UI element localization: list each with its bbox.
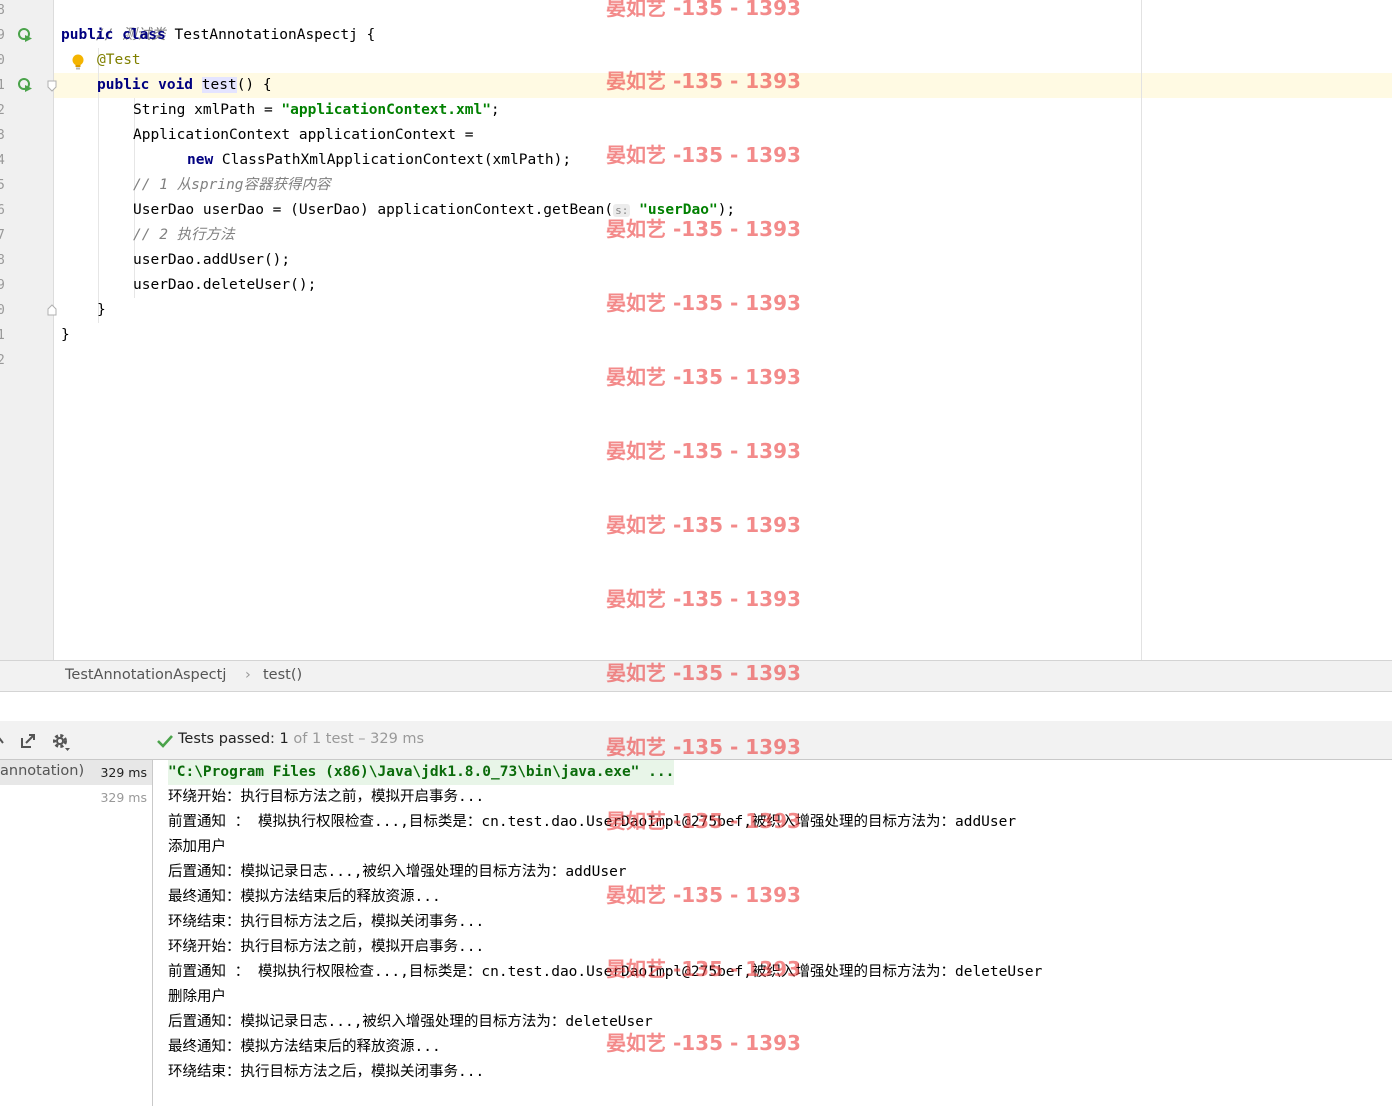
tests-status: Tests passed: 1 of 1 test – 329 ms [178, 731, 424, 747]
breadcrumb-separator: › [245, 667, 251, 683]
code-text: String xmlPath = [133, 102, 282, 118]
console-line: 环绕结束：执行目标方法之后，模拟关闭事务... [168, 1064, 485, 1080]
line-number: 4 [0, 153, 5, 168]
method-name[interactable]: test [201, 77, 237, 93]
run-test-method-icon[interactable] [17, 77, 33, 93]
code-line: } [61, 327, 70, 343]
editor-gutter: 8 9 0 1 2 3 4 5 6 7 8 9 0 1 2 [0, 0, 57, 660]
console-line: 最终通知：模拟方法结束后的释放资源... [168, 889, 441, 905]
tree-row-time: 329 ms [100, 765, 147, 780]
console-line: 环绕开始：执行目标方法之前，模拟开启事务... [168, 789, 485, 805]
console-line: 环绕结束：执行目标方法之后，模拟关闭事务... [168, 914, 485, 930]
check-icon [157, 735, 173, 748]
fold-close-icon[interactable] [46, 304, 58, 316]
status-label: Tests passed: [178, 731, 280, 747]
line-number: 3 [0, 128, 5, 143]
console-command-line[interactable]: "C:\Program Files (x86)\Java\jdk1.8.0_73… [168, 760, 675, 785]
line-number: 6 [0, 203, 5, 218]
test-results-tree: annotation) 329 ms 329 ms [0, 760, 153, 1106]
line-number: 8 [0, 253, 5, 268]
console-output[interactable]: "C:\Program Files (x86)\Java\jdk1.8.0_73… [153, 760, 1392, 1106]
method-signature: () { [236, 77, 272, 93]
parameter-hint: s: [613, 204, 631, 217]
line-number: 2 [0, 353, 5, 368]
keyword: public void [97, 77, 194, 93]
line-number: 5 [0, 178, 5, 193]
class-declaration: TestAnnotationAspectj { [165, 27, 376, 43]
console-line: 前置通知 ： 模拟执行权限检查...,目标类是：cn.test.dao.User… [168, 964, 1043, 980]
line-number: 7 [0, 228, 5, 243]
console-line: 后置通知：模拟记录日志...,被织入增强处理的目标方法为：deleteUser [168, 1014, 653, 1030]
breadcrumb-method[interactable]: test() [263, 667, 302, 683]
line-number: 0 [0, 303, 5, 318]
line-number: 8 [0, 3, 5, 18]
code-line: } [97, 302, 106, 318]
comment: // 1 从spring容器获得内容 [133, 177, 331, 193]
code-text: ; [490, 102, 500, 118]
keyword: public class [61, 27, 166, 43]
code-line: // 测试类 [61, 0, 166, 43]
fold-open-icon[interactable] [46, 80, 58, 92]
string-literal: "applicationContext.xml" [281, 102, 491, 118]
console-line: 前置通知 ： 模拟执行权限检查...,目标类是：cn.test.dao.User… [168, 814, 1017, 830]
tree-row[interactable]: 329 ms [0, 785, 152, 810]
code-text: ClassPathXmlApplicationContext(xmlPath); [213, 152, 572, 168]
string-literal: "userDao" [639, 202, 718, 218]
tree-row-selected[interactable]: annotation) 329 ms [0, 760, 152, 785]
console-line: 后置通知：模拟记录日志...,被织入增强处理的目标方法为：addUser [168, 864, 627, 880]
passed-count: 1 [279, 731, 289, 747]
code-line: ApplicationContext applicationContext = [133, 127, 474, 143]
code-line: userDao.addUser(); [133, 252, 291, 268]
tree-row-label: annotation) [0, 763, 85, 779]
code-editor[interactable]: 8 9 0 1 2 3 4 5 6 7 8 9 0 1 2 // 测试类 pub… [0, 0, 1392, 660]
line-number: 9 [0, 278, 5, 293]
run-test-class-icon[interactable] [17, 27, 33, 43]
comment: // 2 执行方法 [133, 227, 235, 243]
gear-icon[interactable] [51, 732, 71, 752]
code-line: userDao.deleteUser(); [133, 277, 317, 293]
tree-row-time: 329 ms [100, 790, 147, 805]
code-text: UserDao userDao = (UserDao) applicationC… [133, 202, 614, 218]
console-line: 添加用户 [168, 839, 226, 855]
console-line: 最终通知：模拟方法结束后的释放资源... [168, 1039, 441, 1055]
code-text: ); [717, 202, 736, 218]
right-margin-guide [1141, 0, 1142, 660]
breadcrumb: TestAnnotationAspectj › test() [0, 660, 1392, 692]
run-toolbar: Tests passed: 1 of 1 test – 329 ms [0, 721, 1392, 760]
line-number: 0 [0, 53, 5, 68]
code-line: // 1 从spring容器获得内容 [133, 173, 331, 198]
code-line: new ClassPathXmlApplicationContext(xmlPa… [187, 148, 571, 173]
code-line: // 2 执行方法 [133, 223, 235, 248]
line-number: 9 [0, 28, 5, 43]
code-line: @Test [97, 48, 141, 73]
console-line: 环绕开始：执行目标方法之前，模拟开启事务... [168, 939, 485, 955]
keyword: new [187, 152, 214, 168]
collapse-icon[interactable] [0, 733, 6, 745]
code-line: public void test() { [97, 73, 272, 98]
code-line: String xmlPath = "applicationContext.xml… [133, 98, 500, 123]
code-line: public class TestAnnotationAspectj { [61, 23, 375, 48]
annotation: @Test [97, 52, 141, 68]
line-number: 1 [0, 328, 5, 343]
line-number: 2 [0, 103, 5, 118]
status-summary: of 1 test – 329 ms [288, 731, 425, 747]
line-number: 1 [0, 78, 5, 93]
console-line: 删除用户 [168, 989, 226, 1005]
breadcrumb-class[interactable]: TestAnnotationAspectj [65, 667, 226, 683]
code-line: UserDao userDao = (UserDao) applicationC… [133, 198, 735, 223]
export-icon[interactable] [19, 732, 37, 750]
